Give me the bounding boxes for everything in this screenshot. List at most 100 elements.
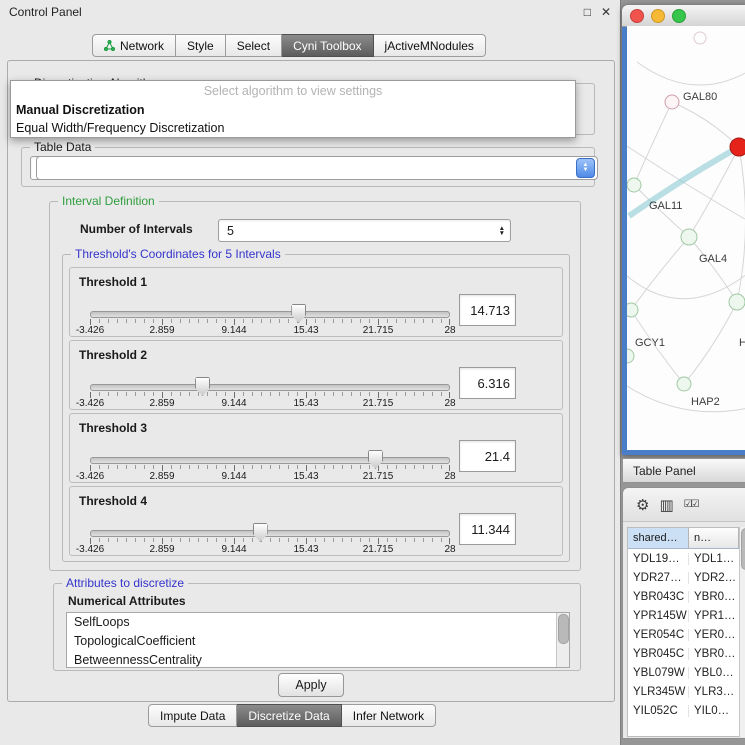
table-cell[interactable]: YPR145W — [628, 610, 689, 622]
table-row[interactable]: YDL19…YDL1… — [628, 549, 739, 568]
tab-network[interactable]: Network — [92, 34, 176, 57]
slider-track[interactable] — [90, 457, 450, 464]
column-header-shared-name[interactable]: shared… — [628, 528, 689, 548]
node-labels: GAL80 GAL11 GAL4 GCY1 HAP2 H — [635, 91, 745, 408]
table-cell[interactable]: YPR1… — [689, 610, 736, 622]
tab-jactivemnodules[interactable]: jActiveMNodules — [374, 34, 486, 57]
table-cell[interactable]: YBR0… — [689, 591, 736, 603]
attribute-list-item[interactable]: TopologicalCoefficient — [67, 632, 569, 651]
down-arrow-icon: ▼ — [583, 168, 589, 173]
table-cell[interactable]: YER0… — [689, 629, 736, 641]
scrollbar-thumb[interactable] — [741, 528, 745, 570]
column-header-name[interactable]: n… — [689, 528, 739, 548]
apply-button[interactable]: Apply — [278, 673, 344, 697]
slider-track[interactable] — [90, 530, 450, 537]
table-panel-header-bar[interactable]: Table Panel — [622, 458, 745, 483]
attributes-scrollbar[interactable] — [556, 613, 569, 667]
table-row[interactable]: YLR345WYLR3… — [628, 682, 739, 701]
table-cell[interactable]: YBR043C — [628, 591, 689, 603]
node[interactable] — [627, 349, 634, 363]
node-gal80[interactable] — [665, 95, 679, 109]
slider-track[interactable] — [90, 384, 450, 391]
table-scrollbar[interactable] — [739, 527, 745, 737]
table-cell[interactable]: YIL052C — [628, 705, 689, 717]
table-cell[interactable]: YDR27… — [628, 572, 689, 584]
tab-cyni-toolbox[interactable]: Cyni Toolbox — [282, 34, 373, 57]
table-row[interactable]: YDR27…YDR2… — [628, 568, 739, 587]
threshold-1-panel: Threshold 1 -3.4262.8599.14415.4321.7152… — [69, 267, 563, 337]
tab-style[interactable]: Style — [176, 34, 226, 57]
node-gcy1[interactable] — [627, 303, 638, 317]
columns-icon[interactable]: ▥ — [659, 496, 673, 514]
threshold-1-slider[interactable]: -3.4262.8599.14415.4321.71528 — [90, 304, 450, 334]
tab-select[interactable]: Select — [226, 34, 282, 57]
threshold-2-value-field[interactable]: 6.316 — [459, 367, 516, 399]
major-tick — [162, 392, 163, 398]
table-toolbar: ⚙ ▥ ☑☑ — [623, 488, 745, 522]
node-hap2[interactable] — [677, 377, 691, 391]
gear-icon[interactable]: ⚙ — [636, 496, 649, 514]
node-label-gal80: GAL80 — [683, 91, 717, 103]
select-columns-icon[interactable]: ☑☑ — [684, 499, 698, 510]
table-row[interactable]: YBR043CYBR0… — [628, 587, 739, 606]
major-tick — [449, 319, 450, 325]
attribute-list-item[interactable]: SelfLoops — [67, 613, 569, 632]
table-cell[interactable]: YIL0… — [689, 705, 729, 717]
table-cell[interactable]: YBL079W — [628, 667, 689, 679]
table-cell[interactable]: YER054C — [628, 629, 689, 641]
table-cell[interactable]: YLR3… — [689, 686, 734, 698]
tick-label: 15.43 — [293, 398, 318, 409]
node[interactable] — [729, 294, 745, 310]
node[interactable] — [694, 32, 706, 44]
tick-label: 15.43 — [293, 325, 318, 336]
tick-label: 21.715 — [363, 544, 394, 555]
table-cell[interactable]: YDL19… — [628, 553, 689, 565]
close-traffic-light-icon[interactable] — [630, 9, 644, 23]
table-cell[interactable]: YBR0… — [689, 648, 736, 660]
node-selected-red[interactable] — [730, 138, 745, 156]
threshold-3-value-field[interactable]: 21.4 — [459, 440, 516, 472]
threshold-4-slider[interactable]: -3.4262.8599.14415.4321.71528 — [90, 523, 450, 553]
tab-label: Network — [120, 39, 164, 53]
threshold-3-slider[interactable]: -3.4262.8599.14415.4321.71528 — [90, 450, 450, 480]
tab-discretize-data[interactable]: Discretize Data — [237, 704, 341, 727]
table-row[interactable]: YPR145WYPR1… — [628, 606, 739, 625]
algorithm-combobox[interactable]: ▲ ▼ — [36, 156, 598, 180]
table-row[interactable]: YBR045CYBR0… — [628, 644, 739, 663]
major-tick — [449, 538, 450, 544]
table-row[interactable]: YBL079WYBL0… — [628, 663, 739, 682]
attribute-list-item[interactable]: BetweennessCentrality — [67, 651, 569, 668]
table-row[interactable]: YER054CYER0… — [628, 625, 739, 644]
table-cell[interactable]: YDL1… — [689, 553, 734, 565]
threshold-1-value-field[interactable]: 14.713 — [459, 294, 516, 326]
tab-impute-data[interactable]: Impute Data — [148, 704, 237, 727]
float-window-icon[interactable]: □ — [584, 5, 591, 19]
table-cell[interactable]: YDR2… — [689, 572, 736, 584]
tab-infer-network[interactable]: Infer Network — [342, 704, 436, 727]
tick-label: -3.426 — [76, 471, 104, 482]
node-gal11[interactable] — [627, 178, 641, 192]
zoom-traffic-light-icon[interactable] — [672, 9, 686, 23]
network-view-window: GAL80 GAL11 GAL4 GCY1 HAP2 H — [622, 5, 745, 455]
table-row[interactable]: YIL052CYIL0… — [628, 701, 739, 720]
tick-label: 15.43 — [293, 544, 318, 555]
combo-stepper-icon[interactable]: ▲ ▼ — [576, 158, 595, 178]
dropdown-option-manual-discretization[interactable]: Manual Discretization — [11, 101, 575, 119]
minimize-traffic-light-icon[interactable] — [651, 9, 665, 23]
major-tick — [162, 465, 163, 471]
scrollbar-thumb[interactable] — [558, 614, 569, 644]
combo-stepper-icon: ▲ ▼ — [499, 226, 505, 236]
close-icon[interactable]: ✕ — [601, 5, 611, 19]
dropdown-placeholder: Select algorithm to view settings — [11, 81, 575, 101]
slider-track[interactable] — [90, 311, 450, 318]
node-gal4[interactable] — [681, 229, 697, 245]
network-canvas[interactable]: GAL80 GAL11 GAL4 GCY1 HAP2 H — [627, 26, 745, 450]
slider-tick-labels: -3.4262.8599.14415.4321.71528 — [90, 325, 450, 336]
threshold-4-value-field[interactable]: 11.344 — [459, 513, 516, 545]
dropdown-option-equal-width-frequency[interactable]: Equal Width/Frequency Discretization — [11, 119, 575, 137]
table-cell[interactable]: YLR345W — [628, 686, 689, 698]
table-cell[interactable]: YBL0… — [689, 667, 734, 679]
number-of-intervals-combobox[interactable]: 5 ▲ ▼ — [218, 219, 511, 242]
table-cell[interactable]: YBR045C — [628, 648, 689, 660]
threshold-2-slider[interactable]: -3.4262.8599.14415.4321.71528 — [90, 377, 450, 407]
